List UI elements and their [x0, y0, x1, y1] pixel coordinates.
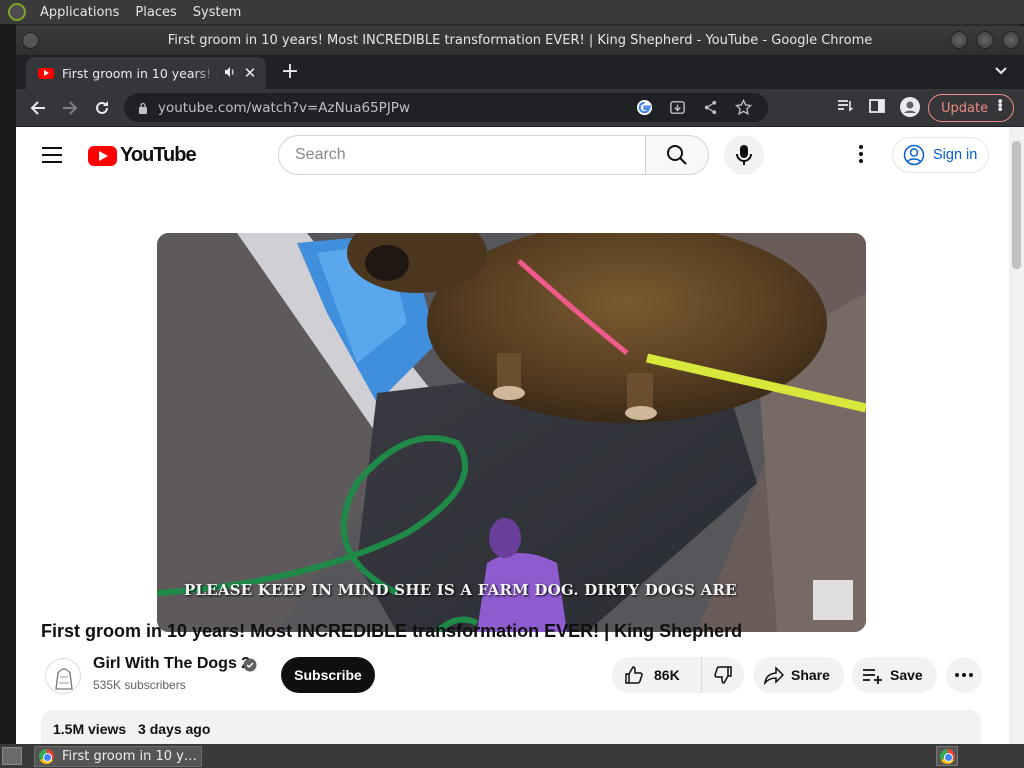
distro-logo-icon[interactable]	[8, 3, 26, 21]
video-frame-image	[157, 233, 866, 632]
reload-button[interactable]	[88, 94, 116, 122]
reading-list-icon[interactable]	[836, 97, 854, 115]
taskbar: First groom in 10 ye...	[0, 744, 1024, 768]
address-bar[interactable]: youtube.com/watch?v=AzNua65PJPw	[124, 93, 768, 122]
verified-check-icon	[243, 658, 257, 672]
search-button[interactable]	[645, 135, 709, 175]
close-tab-icon[interactable]: ✕	[242, 64, 258, 82]
channel-avatar[interactable]	[45, 658, 81, 694]
top-panel: Applications Places System	[0, 0, 1024, 24]
share-label: Share	[791, 667, 830, 683]
youtube-logo-text: YouTube	[120, 144, 197, 166]
speaker-icon[interactable]	[224, 66, 236, 81]
like-count: 86K	[654, 667, 680, 683]
youtube-logo[interactable]: YouTube	[88, 144, 197, 167]
install-app-icon[interactable]	[669, 99, 686, 116]
youtube-header: YouTube Sign in	[16, 127, 1009, 183]
voice-search-button[interactable]	[724, 135, 764, 175]
browser-window: First groom in 10 years! Most INCREDIBLE…	[16, 26, 1024, 744]
forward-button[interactable]	[56, 94, 84, 122]
channel-name[interactable]: Girl With The Dogs 2	[93, 655, 250, 673]
subscribe-button[interactable]: Subscribe	[281, 657, 375, 693]
page-content: YouTube Sign in	[16, 127, 1024, 744]
show-desktop-icon[interactable]	[2, 747, 22, 765]
lock-icon[interactable]	[138, 102, 148, 114]
reload-icon	[96, 100, 108, 114]
search-input[interactable]	[278, 135, 646, 175]
maximize-button[interactable]	[976, 31, 994, 49]
view-count: 1.5M views	[53, 721, 127, 737]
dislike-button[interactable]	[702, 657, 744, 693]
youtube-play-icon	[88, 145, 117, 166]
bookmark-star-icon[interactable]	[735, 99, 752, 116]
description-meta: 1.5M views 3 days ago	[53, 721, 218, 737]
new-tab-button[interactable]: +	[278, 60, 302, 84]
window-titlebar[interactable]: First groom in 10 years! Most INCREDIBLE…	[16, 26, 1024, 55]
system-menu[interactable]: System	[185, 5, 249, 20]
tab-youtube[interactable]: First groom in 10 years! Most INCREDIBLE…	[26, 57, 266, 89]
channel-watermark-icon[interactable]	[813, 580, 853, 620]
tab-title: First groom in 10 years! Most INCREDIBLE…	[62, 65, 218, 81]
taskbar-chrome-window[interactable]: First groom in 10 ye...	[34, 746, 202, 767]
browser-toolbar: youtube.com/watch?v=AzNua65PJPw Update •…	[16, 89, 1024, 126]
share-button[interactable]: Share	[753, 657, 844, 693]
desktop-background	[0, 24, 16, 744]
chrome-menu-icon[interactable]: • • •	[996, 96, 1004, 117]
sign-in-label: Sign in	[933, 147, 978, 163]
minimize-button[interactable]	[950, 31, 968, 49]
subscriber-count: 535K subscribers	[93, 678, 186, 692]
search-icon	[667, 145, 687, 165]
share-arrow-icon	[764, 666, 785, 685]
account-circle-icon	[903, 144, 925, 166]
playlist-add-icon	[863, 669, 882, 684]
video-title: First groom in 10 years! Most INCREDIBLE…	[41, 621, 743, 641]
like-dislike-group: 86K	[612, 657, 744, 693]
thumbs-up-icon	[625, 666, 643, 684]
sign-in-button[interactable]: Sign in	[892, 137, 989, 173]
window-menu-button[interactable]	[22, 32, 39, 49]
youtube-favicon-icon	[38, 67, 54, 79]
like-button[interactable]: 86K	[612, 657, 702, 693]
chevron-down-icon[interactable]	[994, 63, 1008, 77]
google-lens-icon[interactable]	[636, 99, 653, 116]
video-player[interactable]: PLEASE KEEP IN MIND SHE IS A FARM DOG. D…	[157, 233, 866, 632]
chrome-tray-glyph-icon	[939, 748, 955, 764]
taskbar-window-title: First groom in 10 ye...	[62, 749, 201, 764]
hamburger-menu-icon[interactable]	[42, 147, 62, 163]
places-menu[interactable]: Places	[127, 5, 184, 20]
back-button[interactable]	[24, 94, 52, 122]
description-box[interactable]: 1.5M views 3 days ago	[41, 710, 981, 744]
applications-menu[interactable]: Applications	[32, 5, 127, 20]
microphone-icon	[736, 145, 752, 165]
close-window-button[interactable]	[1002, 31, 1020, 49]
profile-avatar-icon[interactable]	[900, 97, 920, 117]
window-title: First groom in 10 years! Most INCREDIBLE…	[167, 33, 873, 48]
url-text[interactable]: youtube.com/watch?v=AzNua65PJPw	[158, 100, 410, 116]
page-scrollbar[interactable]	[1009, 127, 1024, 744]
tab-strip: First groom in 10 years! Most INCREDIBLE…	[16, 55, 1024, 89]
save-label: Save	[890, 667, 923, 683]
more-actions-button[interactable]	[946, 657, 982, 693]
save-button[interactable]: Save	[852, 657, 937, 693]
upload-age: 3 days ago	[138, 721, 211, 737]
more-horizontal-icon	[955, 673, 973, 677]
chrome-icon	[39, 749, 54, 764]
video-caption: PLEASE KEEP IN MIND SHE IS A FARM DOG. D…	[184, 581, 737, 599]
update-label: Update	[941, 100, 989, 116]
share-icon[interactable]	[702, 99, 719, 116]
owner-row: Girl With The Dogs 2 535K subscribers Su…	[41, 655, 986, 703]
side-panel-icon[interactable]	[868, 97, 886, 115]
scrollbar-thumb[interactable]	[1012, 141, 1021, 269]
settings-more-icon[interactable]	[859, 145, 863, 163]
thumbs-down-icon	[714, 666, 732, 684]
update-chrome-button[interactable]: Update • • •	[928, 94, 1014, 122]
dog-avatar-icon	[55, 668, 73, 690]
arrow-left-icon	[30, 100, 45, 115]
tray-chrome-icon[interactable]	[936, 746, 958, 766]
arrow-right-icon	[63, 100, 78, 115]
